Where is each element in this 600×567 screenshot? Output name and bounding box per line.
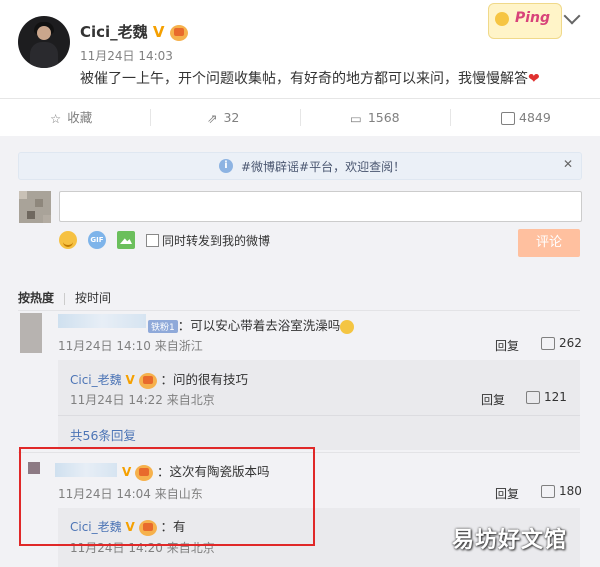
reply-button[interactable]: 回复 (495, 337, 519, 354)
commenter-name[interactable] (58, 314, 146, 328)
emoji-icon (340, 319, 355, 334)
author-name-text[interactable]: Cici_老魏 (80, 23, 148, 41)
reply-author-name[interactable]: Cici_老魏 (70, 373, 122, 387)
favorite-button[interactable]: ☆ 收藏 (50, 99, 92, 136)
watermark: 易坊好文馆 (452, 528, 568, 553)
post-content: 被催了一上午，开个问题收集帖，有好奇的地方都可以来问，我慢慢解答❤ (80, 68, 540, 88)
author-name[interactable]: Cici_老魏 V (80, 21, 188, 42)
repost-count: 32 (223, 110, 240, 125)
reply-button[interactable]: 回复 (495, 485, 519, 502)
comment-body: 铁粉1 ：可以安心带着去浴室洗澡吗 (148, 315, 355, 334)
reply-line: Cici_老魏 V ：问的很有技巧 (70, 369, 248, 389)
comment-icon: ▭ (350, 111, 362, 126)
reply-meta: 11月24日 14:22 来自北京 (70, 393, 215, 407)
sticker-text: Ping (515, 10, 551, 26)
forward-checkbox[interactable] (146, 234, 159, 247)
comment-count: 1568 (367, 110, 400, 125)
star-icon: ☆ (50, 111, 62, 126)
comment-button[interactable]: ▭ 1568 (350, 99, 400, 136)
reply-button[interactable]: 回复 (481, 391, 505, 408)
reply-text: ：问的很有技巧 (160, 372, 248, 387)
forward-label[interactable]: 同时转发到我的微博 (162, 232, 270, 249)
action-bar: ☆ 收藏 ⇗ 32 ▭ 1568 4849 (0, 99, 600, 136)
divider (58, 415, 580, 416)
chevron-down-icon[interactable] (563, 7, 581, 25)
comment-like-button[interactable]: 262 (541, 336, 582, 350)
verified-v-icon: V (125, 373, 135, 387)
thumbs-up-icon (501, 112, 515, 125)
verified-v-icon: V (152, 23, 165, 41)
image-icon[interactable] (117, 231, 135, 249)
tab-sort-time[interactable]: 按时间 (75, 291, 111, 305)
like-count: 4849 (519, 110, 551, 125)
repost-icon: ⇗ (207, 111, 218, 126)
rumor-notice-banner[interactable]: i #微博辟谣#平台，欢迎查阅！ ✕ (18, 152, 582, 180)
author-avatar[interactable] (18, 16, 70, 68)
submit-comment-button[interactable]: 评论 (518, 229, 580, 257)
thumbs-up-icon (541, 337, 555, 350)
comment-like-button[interactable]: 180 (541, 484, 582, 498)
close-icon[interactable]: ✕ (563, 157, 573, 171)
commenter-avatar[interactable] (20, 313, 42, 353)
divider (18, 310, 580, 311)
favorite-label: 收藏 (67, 110, 93, 125)
info-icon: i (219, 159, 233, 173)
thumbs-up-icon (541, 485, 555, 498)
comment-meta: 11月24日 14:10 来自浙江 (58, 339, 203, 353)
gif-icon[interactable]: GIF (88, 231, 106, 249)
sort-tabs: 按热度 按时间 (18, 289, 111, 306)
like-button[interactable]: 4849 (501, 99, 551, 136)
highlight-box (19, 447, 315, 546)
comment-like-count: 262 (559, 336, 582, 350)
post-timestamp[interactable]: 11月24日 14:03 (80, 47, 173, 64)
comment-input[interactable] (59, 191, 582, 222)
comment-like-count: 180 (559, 484, 582, 498)
notice-text[interactable]: #微博辟谣#平台，欢迎查阅！ (241, 158, 405, 175)
tab-sort-hot[interactable]: 按热度 (18, 291, 54, 305)
member-crown-icon (138, 372, 157, 389)
heart-icon: ❤ (528, 71, 540, 87)
reply-like-button[interactable]: 121 (526, 390, 567, 404)
reply-like-count: 121 (544, 390, 567, 404)
decorative-sticker: Ping (488, 3, 562, 39)
member-crown-icon (169, 24, 188, 41)
more-replies-link[interactable]: 共56条回复 (70, 425, 136, 444)
thumbs-up-icon (526, 391, 540, 404)
repost-button[interactable]: ⇗ 32 (207, 99, 239, 136)
current-user-avatar (19, 191, 51, 223)
emoji-icon[interactable] (59, 231, 77, 249)
fans-badge: 铁粉1 (148, 320, 178, 333)
comment-text: ：可以安心带着去浴室洗澡吗 (177, 318, 341, 333)
post-content-text: 被催了一上午，开个问题收集帖，有好奇的地方都可以来问，我慢慢解答 (80, 71, 528, 87)
